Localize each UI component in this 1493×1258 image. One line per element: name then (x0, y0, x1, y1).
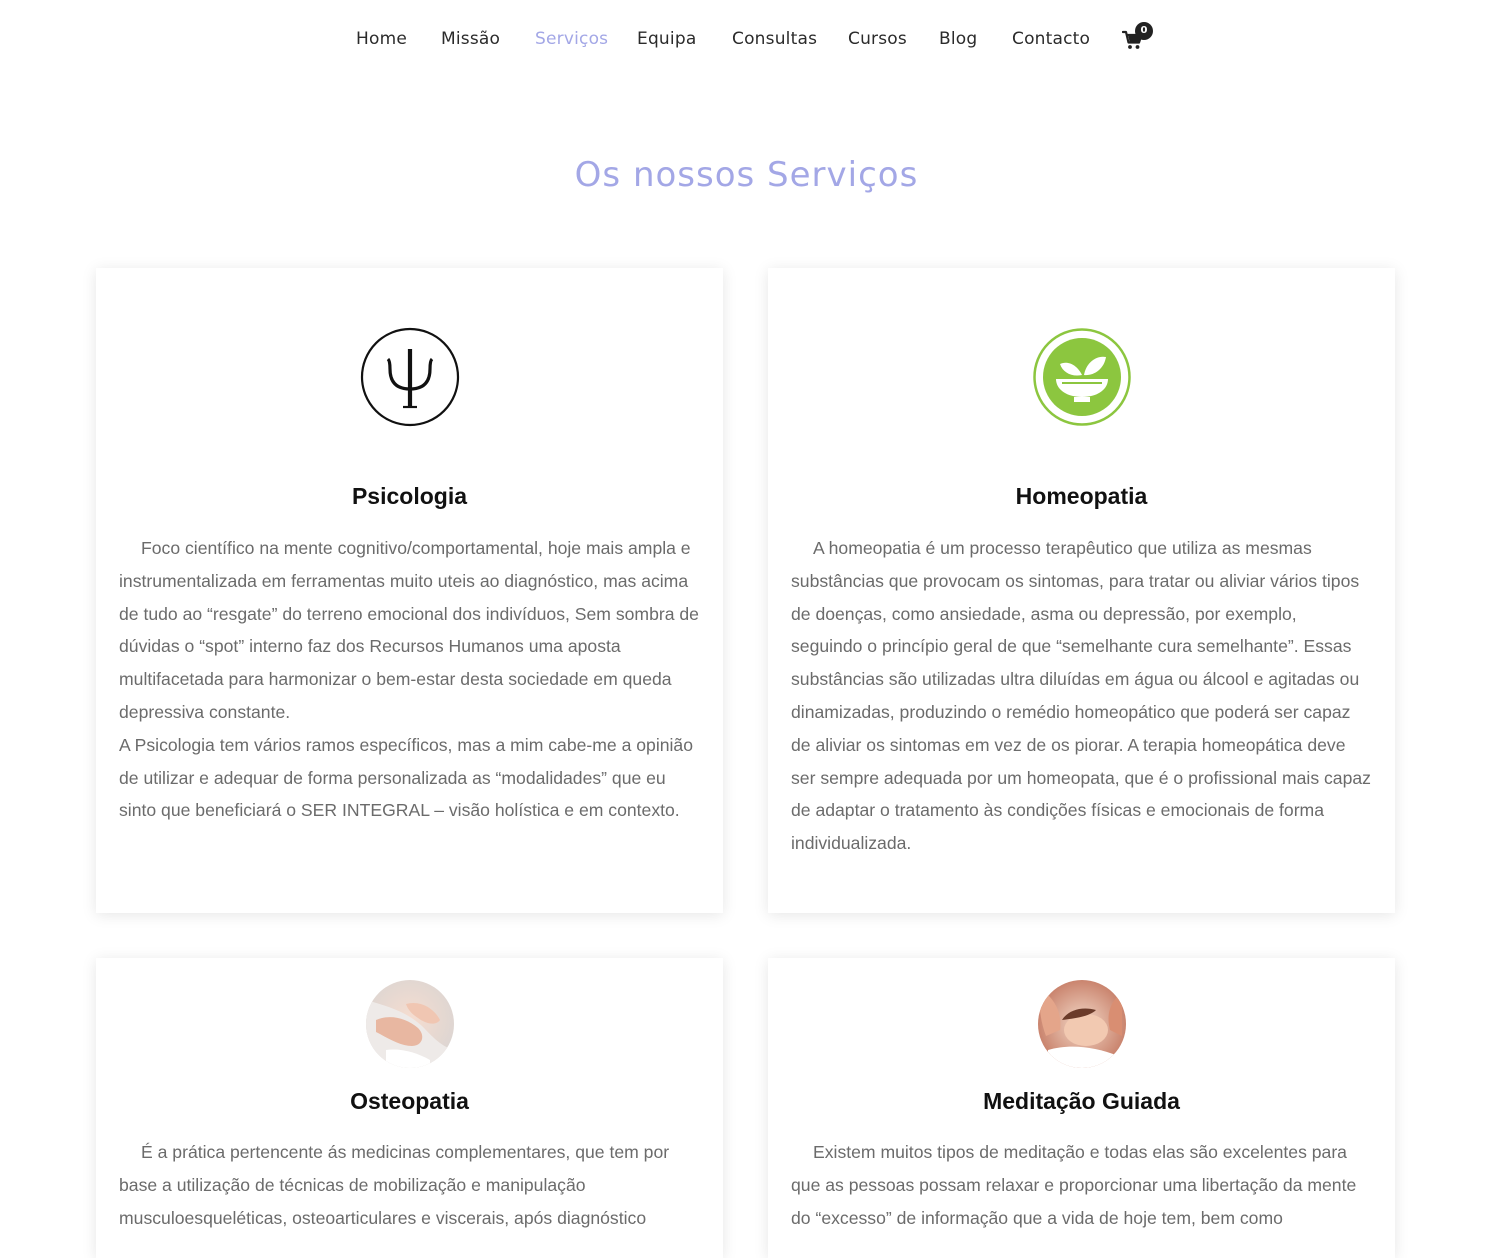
service-card-meditacao-guiada: Meditação Guiada Existem muitos tipos de… (768, 958, 1395, 1258)
nav-item-cursos[interactable]: Cursos (848, 29, 907, 49)
service-description: É a prática pertencente ás medicinas com… (119, 1136, 700, 1234)
cart-count-badge: 0 (1135, 22, 1153, 40)
service-title: Meditação Guiada (983, 1088, 1180, 1114)
service-paragraph: A Psicologia tem vários ramos específico… (119, 734, 693, 821)
nav-item-missao[interactable]: Missão (441, 29, 500, 49)
nav-item-blog[interactable]: Blog (939, 29, 977, 49)
page-title: Os nossos Serviços (574, 155, 919, 195)
service-card-osteopatia: Osteopatia É a prática pertencente ás me… (96, 958, 723, 1258)
service-paragraph: Existem muitos tipos de meditação e toda… (791, 1142, 1357, 1228)
service-description: Foco científico na mente cognitivo/compo… (119, 532, 700, 827)
service-title: Homeopatia (1015, 483, 1148, 509)
nav-item-equipa[interactable]: Equipa (637, 29, 696, 49)
nav-item-contacto[interactable]: Contacto (1012, 29, 1090, 49)
main-navigation: Home Missão Serviços Equipa Consultas Cu… (0, 0, 1493, 80)
osteopathy-photo (365, 980, 454, 1068)
service-title: Psicologia (351, 483, 468, 509)
nav-item-servicos[interactable]: Serviços (535, 29, 608, 49)
service-description: A homeopatia é um processo terapêutico q… (791, 532, 1372, 860)
psi-symbol-icon (360, 327, 460, 427)
nav-item-consultas[interactable]: Consultas (732, 29, 817, 49)
service-card-homeopatia: Homeopatia A homeopatia é um processo te… (768, 268, 1395, 913)
service-paragraph: A homeopatia é um processo terapêutico q… (791, 538, 1371, 854)
service-description: Existem muitos tipos de meditação e toda… (791, 1136, 1372, 1234)
service-title: Osteopatia (350, 1088, 469, 1114)
service-paragraph: Foco científico na mente cognitivo/compo… (119, 538, 699, 722)
herbal-bowl-icon (1032, 327, 1132, 427)
nav-item-home[interactable]: Home (356, 29, 407, 49)
meditation-photo (1037, 980, 1126, 1068)
service-card-psicologia: Psicologia Foco científico na mente cogn… (96, 268, 723, 913)
service-paragraph: É a prática pertencente ás medicinas com… (119, 1142, 670, 1228)
